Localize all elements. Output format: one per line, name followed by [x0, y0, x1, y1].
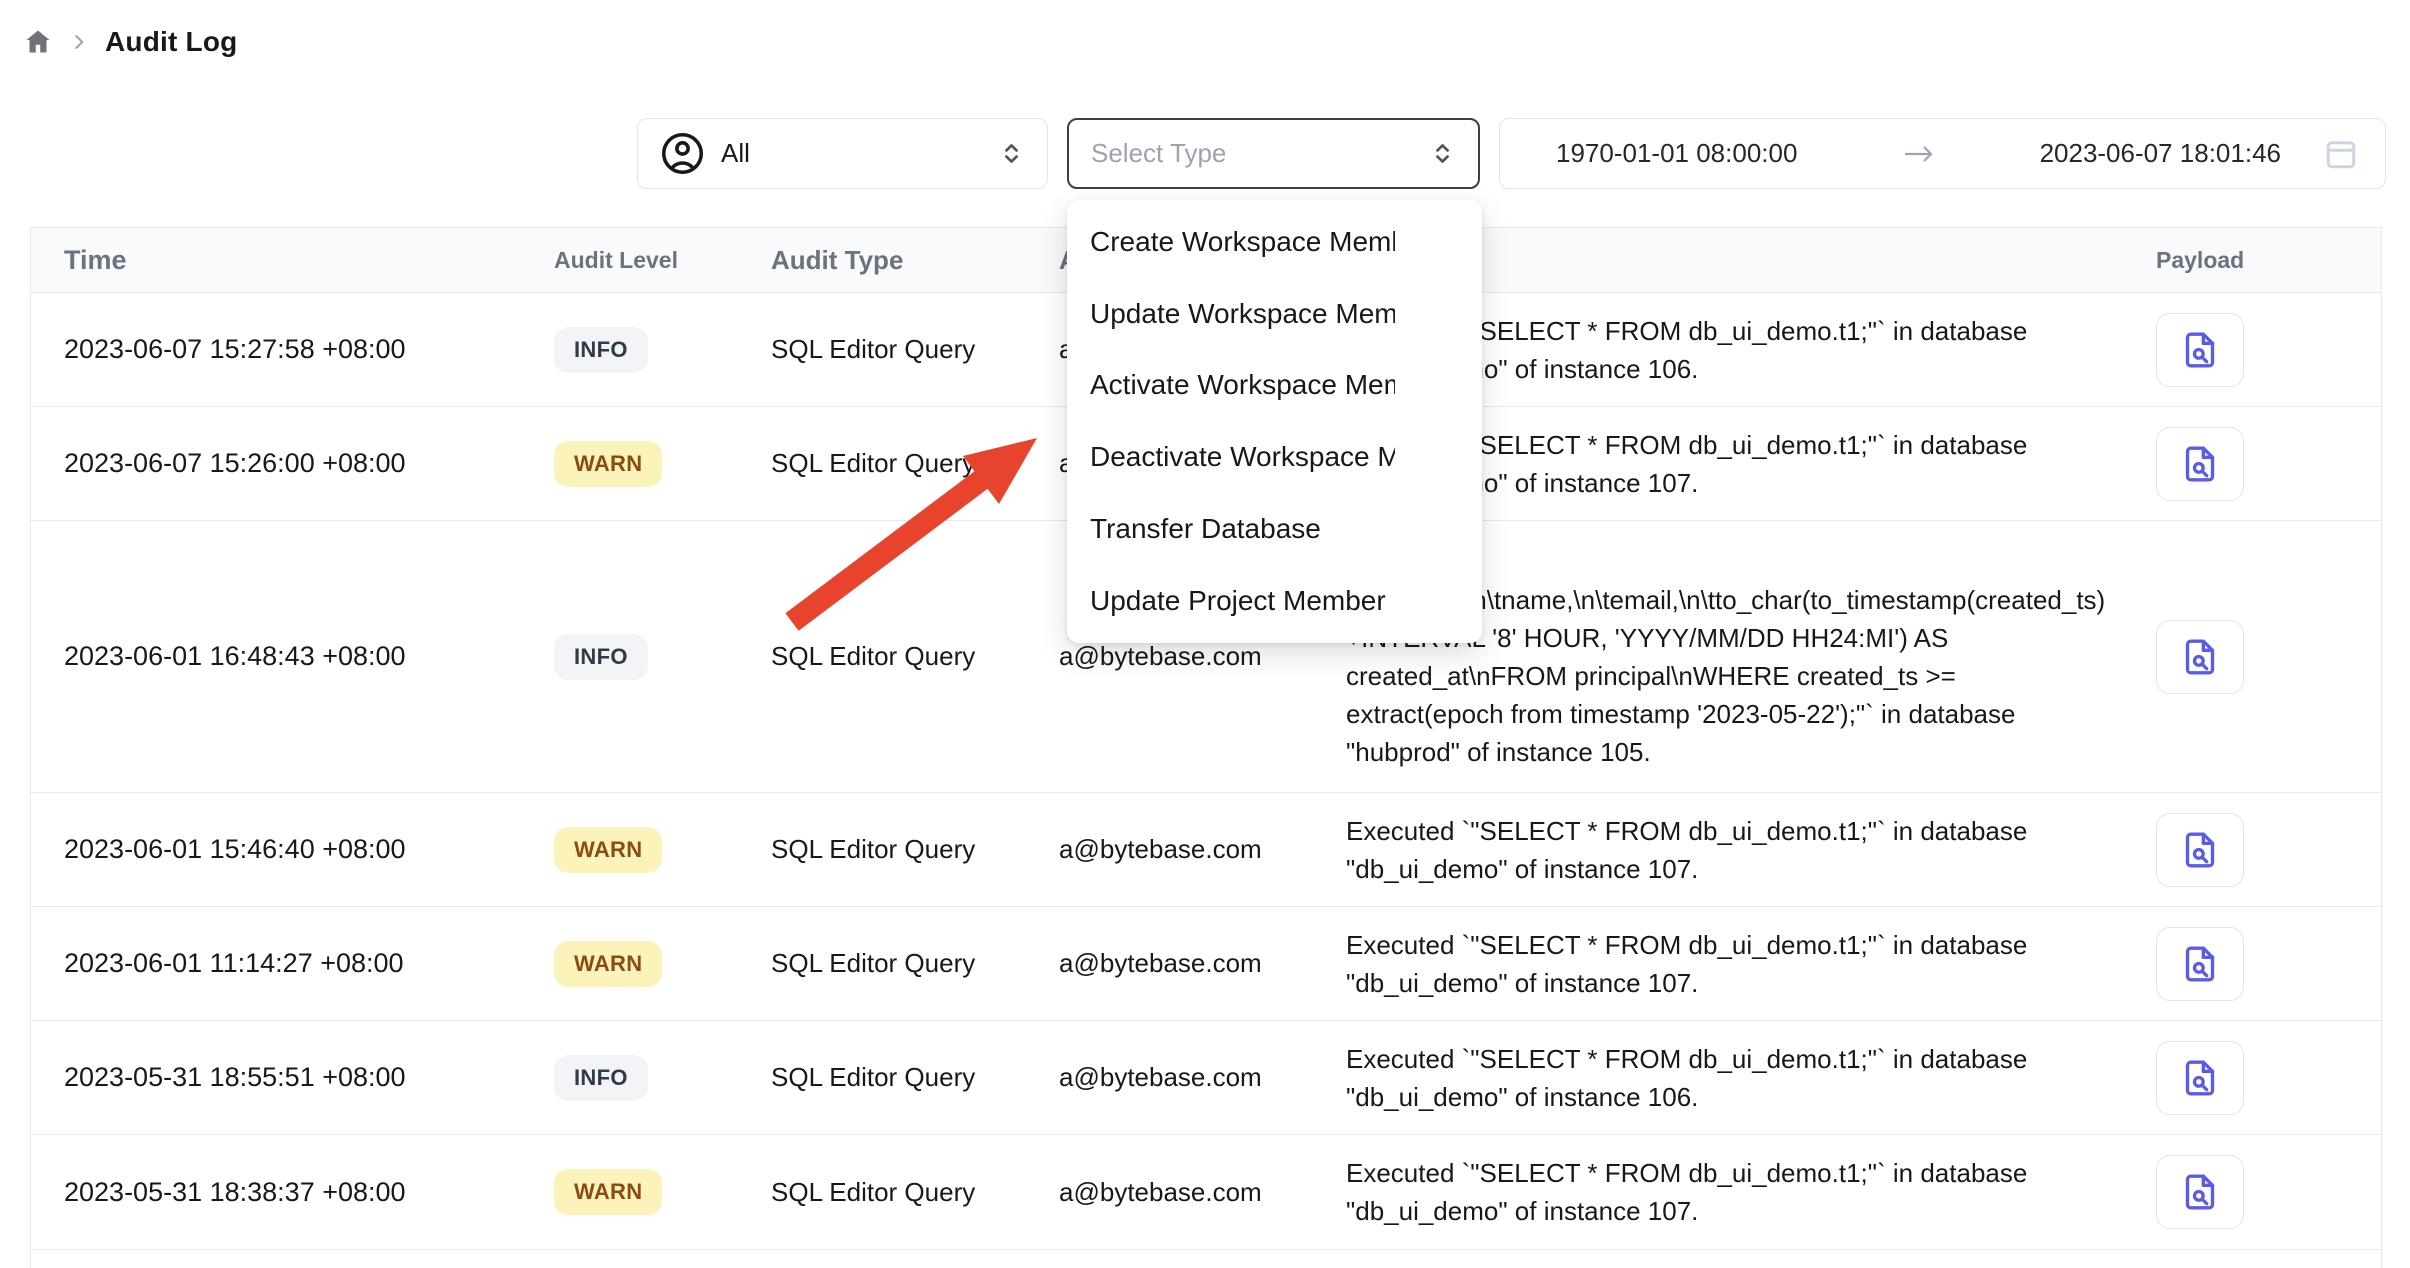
type-select-dropdown: Create Workspace Member Update Workspace…: [1067, 200, 1482, 643]
payload-detail-button[interactable]: [2156, 313, 2244, 387]
cell-payload: [2126, 927, 2381, 1001]
cell-payload: [2126, 427, 2381, 501]
cell-payload: [2126, 620, 2381, 694]
type-filter-placeholder: Select Type: [1091, 138, 1429, 169]
file-search-icon: [2180, 330, 2220, 370]
audit-level-badge: WARN: [554, 441, 662, 487]
cell-audit-type: SQL Editor Query: [771, 334, 1059, 365]
cell-audit-level: WARN: [554, 941, 771, 987]
updown-chevrons-icon: [998, 140, 1025, 167]
file-search-icon: [2180, 444, 2220, 484]
dropdown-item-update-workspace-member[interactable]: Update Workspace Member: [1067, 278, 1482, 350]
home-icon[interactable]: [23, 27, 53, 57]
payload-detail-button[interactable]: [2156, 1155, 2244, 1229]
date-range-end: 2023-06-07 18:01:46: [2040, 138, 2281, 169]
payload-detail-button[interactable]: [2156, 813, 2244, 887]
chevron-right-icon: [68, 31, 90, 53]
date-range-picker[interactable]: 1970-01-01 08:00:00 2023-06-07 18:01:46: [1499, 118, 2386, 189]
cell-actor: a@bytebase.com: [1059, 834, 1346, 865]
cell-time: 2023-06-01 11:14:27 +08:00: [31, 948, 554, 979]
cell-audit-level: INFO: [554, 634, 771, 680]
audit-level-badge: WARN: [554, 941, 662, 987]
cell-audit-level: WARN: [554, 827, 771, 873]
dropdown-item-deactivate-workspace-member[interactable]: Deactivate Workspace Member: [1067, 421, 1482, 493]
cell-audit-type: SQL Editor Query: [771, 1177, 1059, 1208]
column-header-audit-level: Audit Level: [554, 247, 771, 274]
filter-bar: All Select Type 1970-01-01 08:00:00 2023…: [637, 118, 2386, 189]
cell-payload: [2126, 1041, 2381, 1115]
file-search-icon: [2180, 830, 2220, 870]
payload-detail-button[interactable]: [2156, 1041, 2244, 1115]
cell-time: 2023-05-31 18:38:37 +08:00: [31, 1177, 554, 1208]
arrow-right-icon: [1797, 141, 2039, 167]
file-search-icon: [2180, 1058, 2220, 1098]
cell-audit-type: SQL Editor Query: [771, 1062, 1059, 1093]
cell-actor: a@bytebase.com: [1059, 1062, 1346, 1093]
column-header-audit-type: Audit Type: [771, 245, 1059, 276]
table-row: 2023-05-31 18:55:51 +08:00 INFO SQL Edit…: [31, 1021, 2381, 1135]
column-header-payload: Payload: [2126, 247, 2381, 274]
type-filter-select[interactable]: Select Type: [1067, 118, 1480, 189]
audit-level-badge: INFO: [554, 327, 648, 373]
audit-level-badge: WARN: [554, 1169, 662, 1215]
cell-audit-level: INFO: [554, 1055, 771, 1101]
payload-detail-button[interactable]: [2156, 427, 2244, 501]
cell-time: 2023-06-01 16:48:43 +08:00: [31, 641, 554, 672]
cell-audit-level: INFO: [554, 327, 771, 373]
cell-payload: [2126, 1155, 2381, 1229]
cell-payload: [2126, 813, 2381, 887]
date-range-start: 1970-01-01 08:00:00: [1556, 138, 1797, 169]
cell-actor: a@bytebase.com: [1059, 1177, 1346, 1208]
updown-chevrons-icon: [1429, 140, 1456, 167]
person-circle-icon: [660, 131, 705, 176]
dropdown-item-update-project-member-role[interactable]: Update Project Member Role: [1067, 565, 1482, 637]
payload-detail-button[interactable]: [2156, 927, 2244, 1001]
cell-comment: Executed `"SELECT * FROM db_ui_demo.t1;"…: [1346, 812, 2126, 888]
cell-audit-level: WARN: [554, 441, 771, 487]
cell-actor: a@bytebase.com: [1059, 948, 1346, 979]
cell-audit-type: SQL Editor Query: [771, 641, 1059, 672]
cell-time: 2023-06-07 15:26:00 +08:00: [31, 448, 554, 479]
payload-detail-button[interactable]: [2156, 620, 2244, 694]
audit-level-badge: INFO: [554, 1055, 648, 1101]
table-row: 2023-05-31 18:38:37 +08:00 WARN SQL Edit…: [31, 1135, 2381, 1250]
table-row: 2023-06-01 15:46:40 +08:00 WARN SQL Edit…: [31, 793, 2381, 907]
file-search-icon: [2180, 1172, 2220, 1212]
dropdown-item-activate-workspace-member[interactable]: Activate Workspace Member: [1067, 350, 1482, 422]
cell-comment: Executed `"SELECT * FROM db_ui_demo.t1;"…: [1346, 1040, 2126, 1116]
page-title: Audit Log: [105, 26, 237, 58]
dropdown-item-create-workspace-member[interactable]: Create Workspace Member: [1067, 206, 1482, 278]
cell-audit-type: SQL Editor Query: [771, 948, 1059, 979]
file-search-icon: [2180, 944, 2220, 984]
calendar-icon: [2323, 136, 2359, 172]
cell-time: 2023-05-31 18:55:51 +08:00: [31, 1062, 554, 1093]
cell-payload: [2126, 313, 2381, 387]
cell-time: 2023-06-01 15:46:40 +08:00: [31, 834, 554, 865]
cell-time: 2023-06-07 15:27:58 +08:00: [31, 334, 554, 365]
column-header-time: Time: [31, 245, 554, 276]
actor-filter-select[interactable]: All: [637, 118, 1048, 189]
audit-level-badge: INFO: [554, 634, 648, 680]
cell-comment: Executed `"SELECT * FROM db_ui_demo.t1;"…: [1346, 926, 2126, 1002]
audit-level-badge: WARN: [554, 827, 662, 873]
cell-audit-type: SQL Editor Query: [771, 448, 1059, 479]
table-row: 2023-06-01 11:14:27 +08:00 WARN SQL Edit…: [31, 907, 2381, 1021]
breadcrumb: Audit Log: [23, 26, 237, 58]
actor-filter-value: All: [721, 138, 982, 169]
file-search-icon: [2180, 637, 2220, 677]
cell-comment: Executed `"SELECT * FROM db_ui_demo.t1;"…: [1346, 1154, 2126, 1230]
cell-audit-type: SQL Editor Query: [771, 834, 1059, 865]
cell-actor: a@bytebase.com: [1059, 641, 1346, 672]
dropdown-item-transfer-database[interactable]: Transfer Database: [1067, 493, 1482, 565]
cell-audit-level: WARN: [554, 1169, 771, 1215]
